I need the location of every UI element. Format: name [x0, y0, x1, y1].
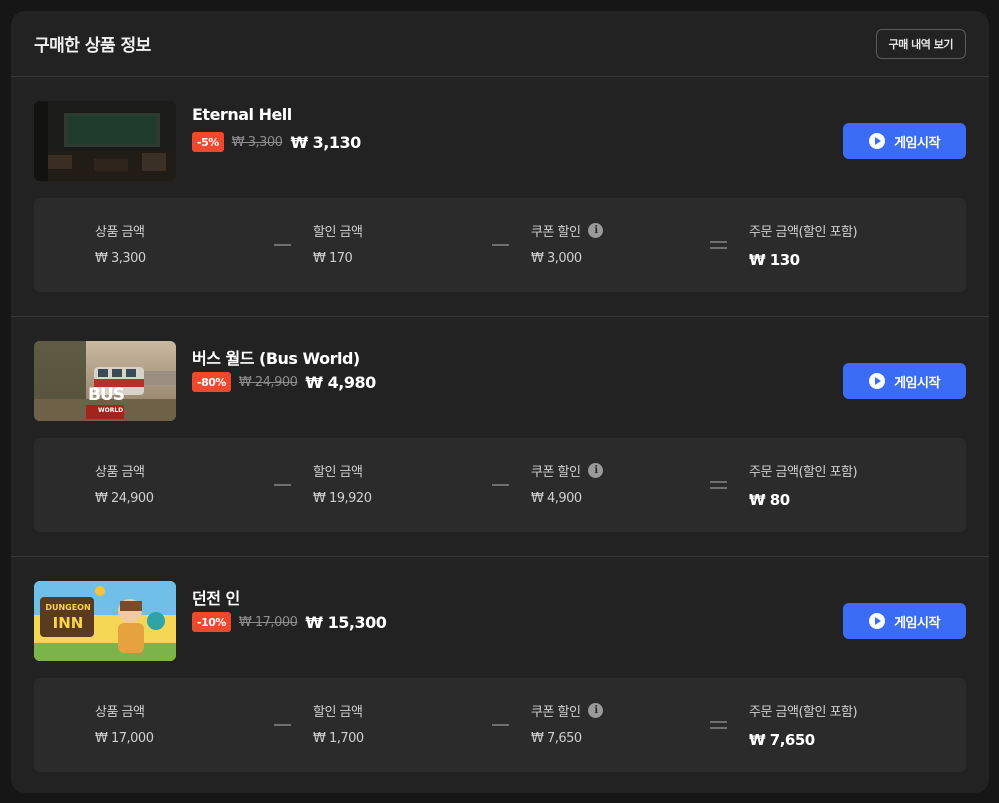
- coupon-discount-value: ₩ 3,000: [531, 251, 582, 266]
- product-price-label: 상품 금액: [95, 465, 145, 480]
- product-item: Eternal Hell -5% ₩ 3,300 ₩ 3,130 게임시작 상품…: [11, 77, 989, 316]
- play-button-label: 게임시작: [894, 615, 940, 631]
- minus-icon: [492, 484, 509, 486]
- minus-icon: [274, 244, 291, 246]
- play-game-button[interactable]: 게임시작: [843, 363, 966, 399]
- coupon-discount-label: 쿠폰 할인 i: [531, 461, 604, 480]
- product-name[interactable]: 던전 인: [192, 585, 240, 609]
- minus-icon: [274, 484, 291, 486]
- product-name[interactable]: 버스 월드 (Bus World): [192, 345, 360, 369]
- discount-badge: -10%: [192, 612, 231, 632]
- original-price: ₩ 17,000: [238, 614, 298, 630]
- product-price-label: 상품 금액: [95, 225, 145, 240]
- coupon-discount-label-text: 쿠폰 할인: [531, 705, 581, 720]
- order-total-label: 주문 금액(할인 포함): [749, 225, 858, 240]
- product-item: BUS WORLD 버스 월드 (Bus World) -80% ₩ 24,90…: [11, 316, 989, 556]
- play-game-button[interactable]: 게임시작: [843, 603, 966, 639]
- panel-header: 구매한 상품 정보 구매 내역 보기: [11, 11, 989, 77]
- product-price-value: ₩ 3,300: [95, 251, 146, 266]
- info-icon[interactable]: i: [588, 463, 604, 478]
- summary-product-price: 상품 금액 ₩ 24,900: [95, 461, 154, 506]
- product-price-label: 상품 금액: [95, 705, 145, 720]
- summary-coupon-discount: 쿠폰 할인 i ₩ 3,000: [531, 221, 604, 266]
- coupon-discount-label: 쿠폰 할인 i: [531, 221, 604, 240]
- summary-product-price: 상품 금액 ₩ 17,000: [95, 701, 154, 746]
- price-row: -5% ₩ 3,300 ₩ 3,130: [192, 132, 361, 152]
- product-item: DUNGEON INN 던전 인 -10% ₩ 17,000 ₩ 15,300 …: [11, 556, 989, 793]
- minus-icon: [492, 724, 509, 726]
- thumbnail-subtitle: INN: [52, 614, 84, 632]
- coupon-discount-label-text: 쿠폰 할인: [531, 465, 581, 480]
- eternal-hell-thumbnail-art: [34, 101, 176, 181]
- discount-badge: -5%: [192, 132, 224, 152]
- order-total-value: ₩ 80: [749, 491, 790, 509]
- discount-amount-label: 할인 금액: [313, 465, 363, 480]
- thumbnail-title: BUS: [88, 385, 125, 405]
- thumbnail-subtitle: WORLD: [98, 407, 124, 414]
- coupon-discount-value: ₩ 4,900: [531, 491, 582, 506]
- info-icon[interactable]: i: [588, 223, 604, 238]
- play-icon: [869, 613, 886, 629]
- summary-order-total: 주문 금액(할인 포함) ₩ 130: [749, 221, 858, 269]
- discount-amount-value: ₩ 1,700: [313, 731, 364, 746]
- price-row: -80% ₩ 24,900 ₩ 4,980: [192, 372, 376, 392]
- order-total-label: 주문 금액(할인 포함): [749, 465, 858, 480]
- order-total-label: 주문 금액(할인 포함): [749, 705, 858, 720]
- equals-icon: [710, 241, 727, 249]
- price-summary: 상품 금액 ₩ 24,900 할인 금액 ₩ 19,920 쿠폰 할인 i ₩ …: [34, 438, 966, 532]
- play-game-button[interactable]: 게임시작: [843, 123, 966, 159]
- order-total-value: ₩ 7,650: [749, 731, 815, 749]
- summary-order-total: 주문 금액(할인 포함) ₩ 7,650: [749, 701, 858, 749]
- original-price: ₩ 24,900: [238, 374, 298, 390]
- summary-discount-amount: 할인 금액 ₩ 1,700: [313, 701, 364, 746]
- summary-discount-amount: 할인 금액 ₩ 170: [313, 221, 363, 266]
- order-total-value: ₩ 130: [749, 251, 800, 269]
- equals-icon: [710, 721, 727, 729]
- thumbnail-title: DUNGEON: [45, 603, 91, 612]
- purchased-products-panel: 구매한 상품 정보 구매 내역 보기 Eternal Hell -5% ₩ 3,…: [11, 11, 989, 793]
- coupon-discount-value: ₩ 7,650: [531, 731, 582, 746]
- final-price: ₩ 4,980: [305, 372, 376, 392]
- discount-amount-label: 할인 금액: [313, 705, 363, 720]
- price-summary: 상품 금액 ₩ 3,300 할인 금액 ₩ 170 쿠폰 할인 i ₩ 3,00…: [34, 198, 966, 292]
- play-button-label: 게임시작: [894, 135, 940, 151]
- info-icon[interactable]: i: [588, 703, 604, 718]
- product-name[interactable]: Eternal Hell: [192, 105, 292, 124]
- play-icon: [869, 133, 886, 149]
- product-thumbnail[interactable]: [34, 101, 176, 181]
- minus-icon: [492, 244, 509, 246]
- play-button-label: 게임시작: [894, 375, 940, 391]
- discount-badge: -80%: [192, 372, 231, 392]
- summary-order-total: 주문 금액(할인 포함) ₩ 80: [749, 461, 858, 509]
- play-icon: [869, 373, 886, 389]
- original-price: ₩ 3,300: [231, 134, 283, 150]
- minus-icon: [274, 724, 291, 726]
- final-price: ₩ 3,130: [290, 132, 361, 152]
- discount-amount-label: 할인 금액: [313, 225, 363, 240]
- panel-title: 구매한 상품 정보: [34, 36, 151, 56]
- summary-coupon-discount: 쿠폰 할인 i ₩ 7,650: [531, 701, 604, 746]
- equals-icon: [710, 481, 727, 489]
- product-price-value: ₩ 24,900: [95, 491, 154, 506]
- coupon-discount-label: 쿠폰 할인 i: [531, 701, 604, 720]
- summary-product-price: 상품 금액 ₩ 3,300: [95, 221, 146, 266]
- final-price: ₩ 15,300: [305, 612, 387, 632]
- coupon-discount-label-text: 쿠폰 할인: [531, 225, 581, 240]
- product-price-value: ₩ 17,000: [95, 731, 154, 746]
- purchase-history-button[interactable]: 구매 내역 보기: [875, 28, 966, 59]
- product-thumbnail[interactable]: BUS WORLD: [34, 341, 176, 421]
- discount-amount-value: ₩ 170: [313, 251, 353, 266]
- discount-amount-value: ₩ 19,920: [313, 491, 372, 506]
- summary-coupon-discount: 쿠폰 할인 i ₩ 4,900: [531, 461, 604, 506]
- product-thumbnail[interactable]: DUNGEON INN: [34, 581, 176, 661]
- summary-discount-amount: 할인 금액 ₩ 19,920: [313, 461, 372, 506]
- price-row: -10% ₩ 17,000 ₩ 15,300: [192, 612, 387, 632]
- price-summary: 상품 금액 ₩ 17,000 할인 금액 ₩ 1,700 쿠폰 할인 i ₩ 7…: [34, 678, 966, 772]
